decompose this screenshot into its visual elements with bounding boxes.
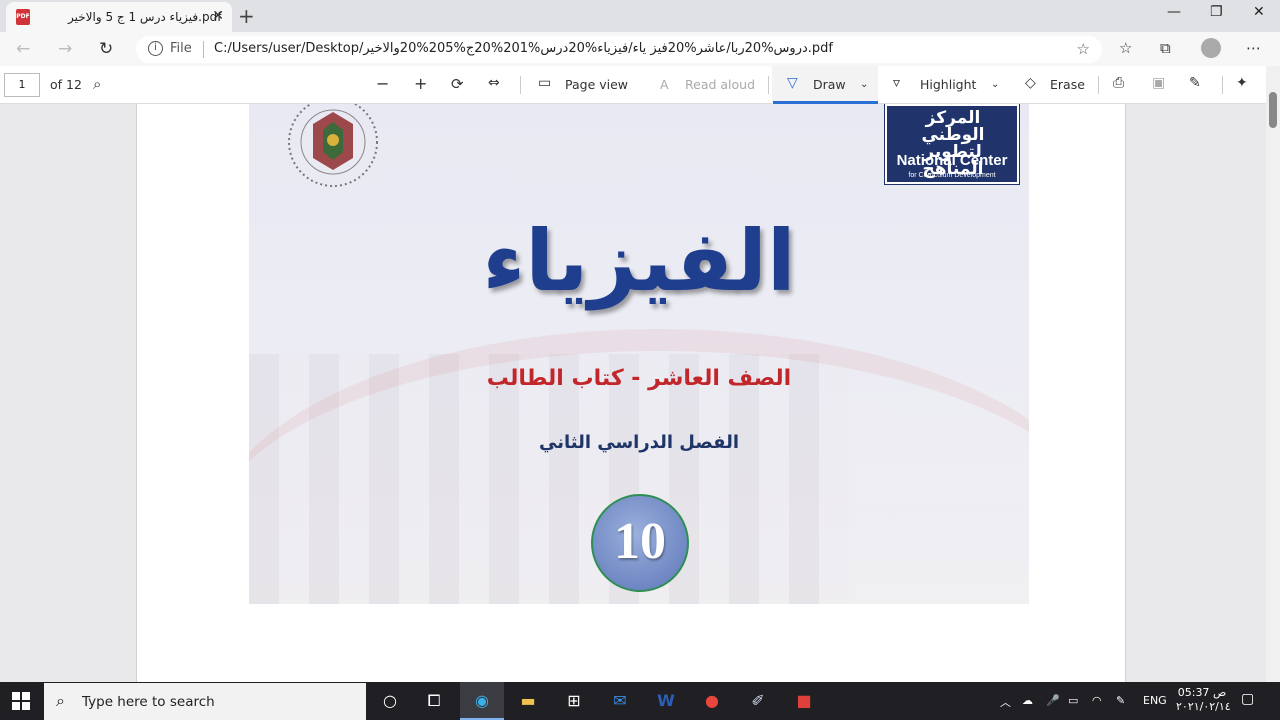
windows-start-icon[interactable] [12,692,30,710]
zoom-out-icon[interactable]: − [376,74,389,93]
national-center-logo: المركز الوطني لتطوير المناهج National Ce… [884,104,1020,185]
chrome-icon[interactable]: ● [690,682,734,720]
close-tab-icon[interactable]: ✕ [212,8,224,24]
semester-label: الفصل الدراسي الثاني [539,432,739,453]
browser-tab[interactable]: PDF فيزياء درس 1 ج 5 والاخير.pdf ✕ [6,2,232,32]
mail-icon[interactable]: ✉ [598,682,642,720]
refresh-icon[interactable]: ↻ [99,39,113,59]
read-aloud-icon: A [660,77,669,92]
url-text[interactable]: C:/Users/user/Desktop/دروس%20ربا/عاشر%20… [214,41,833,56]
new-tab-icon[interactable]: + [238,4,255,28]
wifi-icon[interactable]: ◠ [1092,694,1102,707]
highlight-button[interactable]: Highlight [920,77,976,92]
collections-icon[interactable]: ⧉ [1160,39,1171,57]
forward-icon[interactable]: → [58,39,72,59]
minimize-icon[interactable]: — [1167,4,1181,20]
toolbar-divider [1222,76,1223,94]
nc-arabic-name: المركز الوطني لتطوير المناهج [921,108,985,179]
windows-taskbar: ⌕ Type here to search ○ ⧠ ◉ ▬ ⊞ ✉ W ● ✐ … [0,682,1280,720]
url-field[interactable]: i File C:/Users/user/Desktop/دروس%20ربا/… [136,36,1102,63]
address-bar-row: ← → ↻ i File C:/Users/user/Desktop/دروس%… [0,32,1280,66]
task-view-icon[interactable]: ⧠ [412,682,456,720]
pdf-icon: PDF [16,9,30,25]
info-icon[interactable]: i [148,41,163,56]
draw-icon: ▽ [787,75,798,91]
read-aloud-button[interactable]: Read aloud [685,77,755,92]
toolbar-divider [1098,76,1099,94]
pdf-page: المركز الوطني لتطوير المناهج National Ce… [136,104,1126,682]
system-clock[interactable]: 05:37 ص ٢٠٢١/٠٢/١٤ [1176,686,1231,714]
pdf-viewer[interactable]: المركز الوطني لتطوير المناهج National Ce… [0,104,1266,682]
erase-button[interactable]: Erase [1050,77,1085,92]
vertical-scrollbar[interactable] [1266,66,1280,682]
back-icon[interactable]: ← [16,39,30,59]
cortana-icon[interactable]: ○ [368,682,412,720]
file-label: File [170,41,192,56]
profile-avatar[interactable] [1201,38,1221,58]
page-view-button[interactable]: Page view [565,77,628,92]
clock-date: ٢٠٢١/٠٢/١٤ [1176,700,1231,713]
paint-icon[interactable]: ✐ [736,682,780,720]
store-icon[interactable]: ⊞ [552,682,596,720]
draw-chevron-down-icon[interactable]: ⌄ [860,79,868,90]
save-as-icon[interactable]: ✎ [1189,75,1201,91]
save-icon[interactable]: ▣ [1152,75,1165,91]
clock-time: 05:37 ص [1177,686,1227,699]
more-menu-icon[interactable]: ⋯ [1246,39,1261,57]
edge-icon[interactable]: ◉ [460,682,504,720]
book-title: الفيزياء [482,212,796,310]
word-icon[interactable]: W [644,682,688,720]
show-hidden-icons-icon[interactable]: ︿ [1000,694,1011,710]
scrollbar-thumb[interactable] [1269,92,1277,128]
tab-title: فيزياء درس 1 ج 5 والاخير.pdf [68,10,222,24]
print-icon[interactable]: ⎙ [1113,75,1124,91]
zoom-in-icon[interactable]: + [414,74,427,93]
language-indicator[interactable]: ENG [1143,694,1167,707]
file-explorer-icon[interactable]: ▬ [506,682,550,720]
highlight-chevron-down-icon[interactable]: ⌄ [991,79,999,90]
toolbar-divider [768,76,769,94]
search-placeholder: Type here to search [82,694,215,710]
notifications-icon[interactable]: ▢ [1241,691,1254,707]
eraser-icon: ◇ [1025,75,1036,91]
presentation-app-icon[interactable]: ■ [782,682,826,720]
grade-badge: 10 [591,494,689,592]
pdf-toolbar: 1 of 12 ⌕ − + ⟳ ⇔ ▭ Page view A Read alo… [0,66,1280,104]
highlight-icon: ▿ [893,75,901,91]
book-subtitle: الصف العاشر - كتاب الطالب [486,366,792,391]
rotate-icon[interactable]: ⟳ [451,75,464,93]
book-cover: المركز الوطني لتطوير المناهج National Ce… [249,104,1029,604]
pin-toolbar-icon[interactable]: ✦ [1236,75,1248,91]
add-favorite-icon[interactable]: ☆ [1077,40,1090,58]
search-icon[interactable]: ⌕ [93,75,101,93]
grade-number: 10 [614,513,666,570]
close-window-icon[interactable]: ✕ [1253,4,1265,20]
page-total: of 12 [50,77,82,92]
onedrive-icon[interactable]: ☁ [1022,694,1033,707]
jordan-emblem-logo [288,104,378,187]
fit-page-icon[interactable]: ⇔ [488,75,500,91]
nc-english-name: National Center [896,152,1008,169]
battery-icon[interactable]: ▭ [1068,694,1078,707]
search-icon: ⌕ [56,691,65,710]
restore-icon[interactable]: ❐ [1210,4,1223,20]
url-divider [203,41,204,58]
favorites-icon[interactable]: ☆ [1119,39,1132,57]
taskbar-search-box[interactable]: ⌕ Type here to search [44,683,366,720]
pen-icon[interactable]: ✎ [1116,694,1125,707]
nc-english-subtitle: for Curriculum Development [908,172,996,179]
page-view-icon: ▭ [538,75,552,91]
draw-button[interactable]: Draw [813,77,846,92]
microphone-icon[interactable]: 🎤 [1046,694,1060,707]
page-number-input[interactable]: 1 [4,73,40,97]
tab-strip: PDF فيزياء درس 1 ج 5 والاخير.pdf ✕ + — ❐… [0,0,1280,32]
toolbar-divider [520,76,521,94]
